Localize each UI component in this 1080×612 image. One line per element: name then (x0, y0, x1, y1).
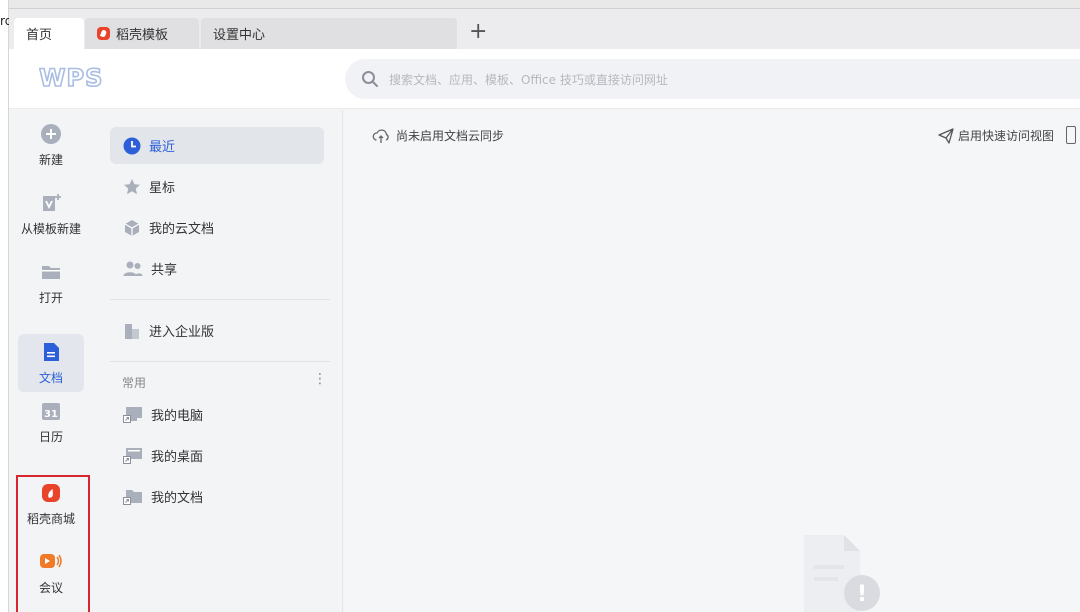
rail-item-from-template[interactable]: 从模板新建 (18, 185, 84, 243)
empty-state-badge: ! (857, 582, 867, 607)
rail-item-calendar-label: 日历 (38, 429, 63, 444)
sidebar: 最近 星标 我的云文档 共享 进入企业版 常用 ⋮ 我的电脑 我的桌面 我的文档 (93, 110, 343, 612)
cloud-sync-status[interactable]: 尚未启用文档云同步 (372, 127, 504, 144)
cloud-box-icon (124, 219, 140, 236)
sidebar-divider (110, 361, 330, 362)
template-icon (43, 193, 61, 211)
tab-settings-center-label: 设置中心 (213, 28, 266, 43)
sidebar-item-enterprise-label: 进入企业版 (149, 325, 215, 340)
background-window-text: rd (0, 14, 9, 28)
folder-shortcut-icon (123, 489, 142, 505)
tab-settings-center[interactable]: 设置中心 (201, 18, 457, 49)
sidebar-item-my-documents-label: 我的文档 (151, 491, 204, 506)
cloud-sync-status-label: 尚未启用文档云同步 (396, 129, 505, 143)
rail-item-open-label: 打开 (38, 290, 63, 305)
computer-shortcut-icon (123, 406, 142, 423)
header: WPS 搜索文档、应用、模板、Office 技巧或直接访问网址 (9, 49, 1080, 109)
empty-state-illustration: ! (794, 535, 894, 612)
docer-logo-icon (97, 27, 110, 40)
common-section-menu-button[interactable]: ⋮ (313, 372, 327, 386)
highlight-box (16, 475, 90, 612)
sidebar-divider (110, 299, 330, 300)
new-tab-button[interactable]: + (469, 21, 487, 43)
rail-item-new[interactable]: 新建 (18, 116, 84, 174)
clock-icon (123, 137, 141, 154)
wps-logo[interactable]: WPS (38, 63, 113, 93)
sidebar-item-shared[interactable]: 共享 (110, 250, 324, 287)
star-icon (124, 178, 140, 194)
background-window-strip: rd (0, 0, 9, 612)
quick-access-view-button[interactable]: 启用快速访问视图 (938, 127, 1054, 144)
quick-access-view-label: 启用快速访问视图 (958, 129, 1055, 143)
desktop-shortcut-icon (123, 447, 142, 464)
rail-item-calendar[interactable]: 31 日历 (18, 393, 84, 451)
main-content: 尚未启用文档云同步 启用快速访问视图 ! (344, 110, 1080, 612)
common-section-title: 常用 (122, 376, 147, 390)
search-icon (362, 71, 378, 87)
rail-item-documents-label: 文档 (38, 370, 63, 385)
folder-icon (42, 265, 60, 279)
wps-logo-icon: WPS (38, 63, 103, 93)
sidebar-item-my-computer[interactable]: 我的电脑 (110, 396, 324, 433)
tab-docer-templates[interactable]: 稻壳模板 (85, 18, 199, 49)
tab-docer-templates-label: 稻壳模板 (116, 28, 169, 43)
sidebar-item-my-desktop-label: 我的桌面 (151, 450, 204, 465)
search-bar[interactable]: 搜索文档、应用、模板、Office 技巧或直接访问网址 (345, 59, 1080, 99)
rail-item-documents[interactable]: 文档 (18, 334, 84, 392)
tab-home[interactable]: 首页 (14, 18, 84, 49)
plus-circle-icon (41, 123, 61, 144)
tab-bar: 首页 稻壳模板 设置中心 + (9, 9, 1080, 49)
sidebar-item-shared-label: 共享 (151, 263, 178, 278)
sidebar-item-recent-label: 最近 (149, 140, 176, 155)
rail-item-from-template-label: 从模板新建 (20, 221, 81, 236)
sidebar-item-my-computer-label: 我的电脑 (151, 409, 204, 424)
svg-text:WPS: WPS (39, 65, 103, 89)
sidebar-item-my-documents[interactable]: 我的文档 (110, 478, 324, 515)
sidebar-item-cloud-docs[interactable]: 我的云文档 (110, 209, 324, 246)
calendar-icon: 31 (42, 402, 60, 420)
rail-item-new-label: 新建 (38, 152, 63, 167)
sidebar-item-starred-label: 星标 (149, 181, 176, 196)
tab-home-label: 首页 (26, 28, 53, 43)
search-placeholder: 搜索文档、应用、模板、Office 技巧或直接访问网址 (389, 72, 668, 87)
calendar-day-text: 31 (44, 409, 58, 420)
view-toggle-icon[interactable] (1066, 126, 1076, 144)
sidebar-item-my-desktop[interactable]: 我的桌面 (110, 437, 324, 474)
screen-top-edge (0, 0, 1080, 9)
sidebar-item-enterprise[interactable]: 进入企业版 (110, 312, 324, 349)
nav-rail: 新建 从模板新建 打开 文档 31 日历 稻壳商城 会议 (9, 110, 93, 612)
wps-home-window: 首页 稻壳模板 设置中心 + WPS 搜索文档、应用、模板、Office 技巧或… (9, 9, 1080, 612)
rail-item-open[interactable]: 打开 (18, 254, 84, 312)
cloud-sync-icon (372, 128, 389, 143)
document-icon (44, 342, 59, 361)
sidebar-item-cloud-docs-label: 我的云文档 (149, 222, 215, 237)
sidebar-item-starred[interactable]: 星标 (110, 168, 324, 205)
share-people-icon (123, 261, 143, 276)
paper-plane-icon (938, 127, 954, 144)
sidebar-item-recent[interactable]: 最近 (110, 127, 324, 164)
empty-document-icon: ! (804, 535, 880, 612)
building-icon (125, 323, 139, 339)
